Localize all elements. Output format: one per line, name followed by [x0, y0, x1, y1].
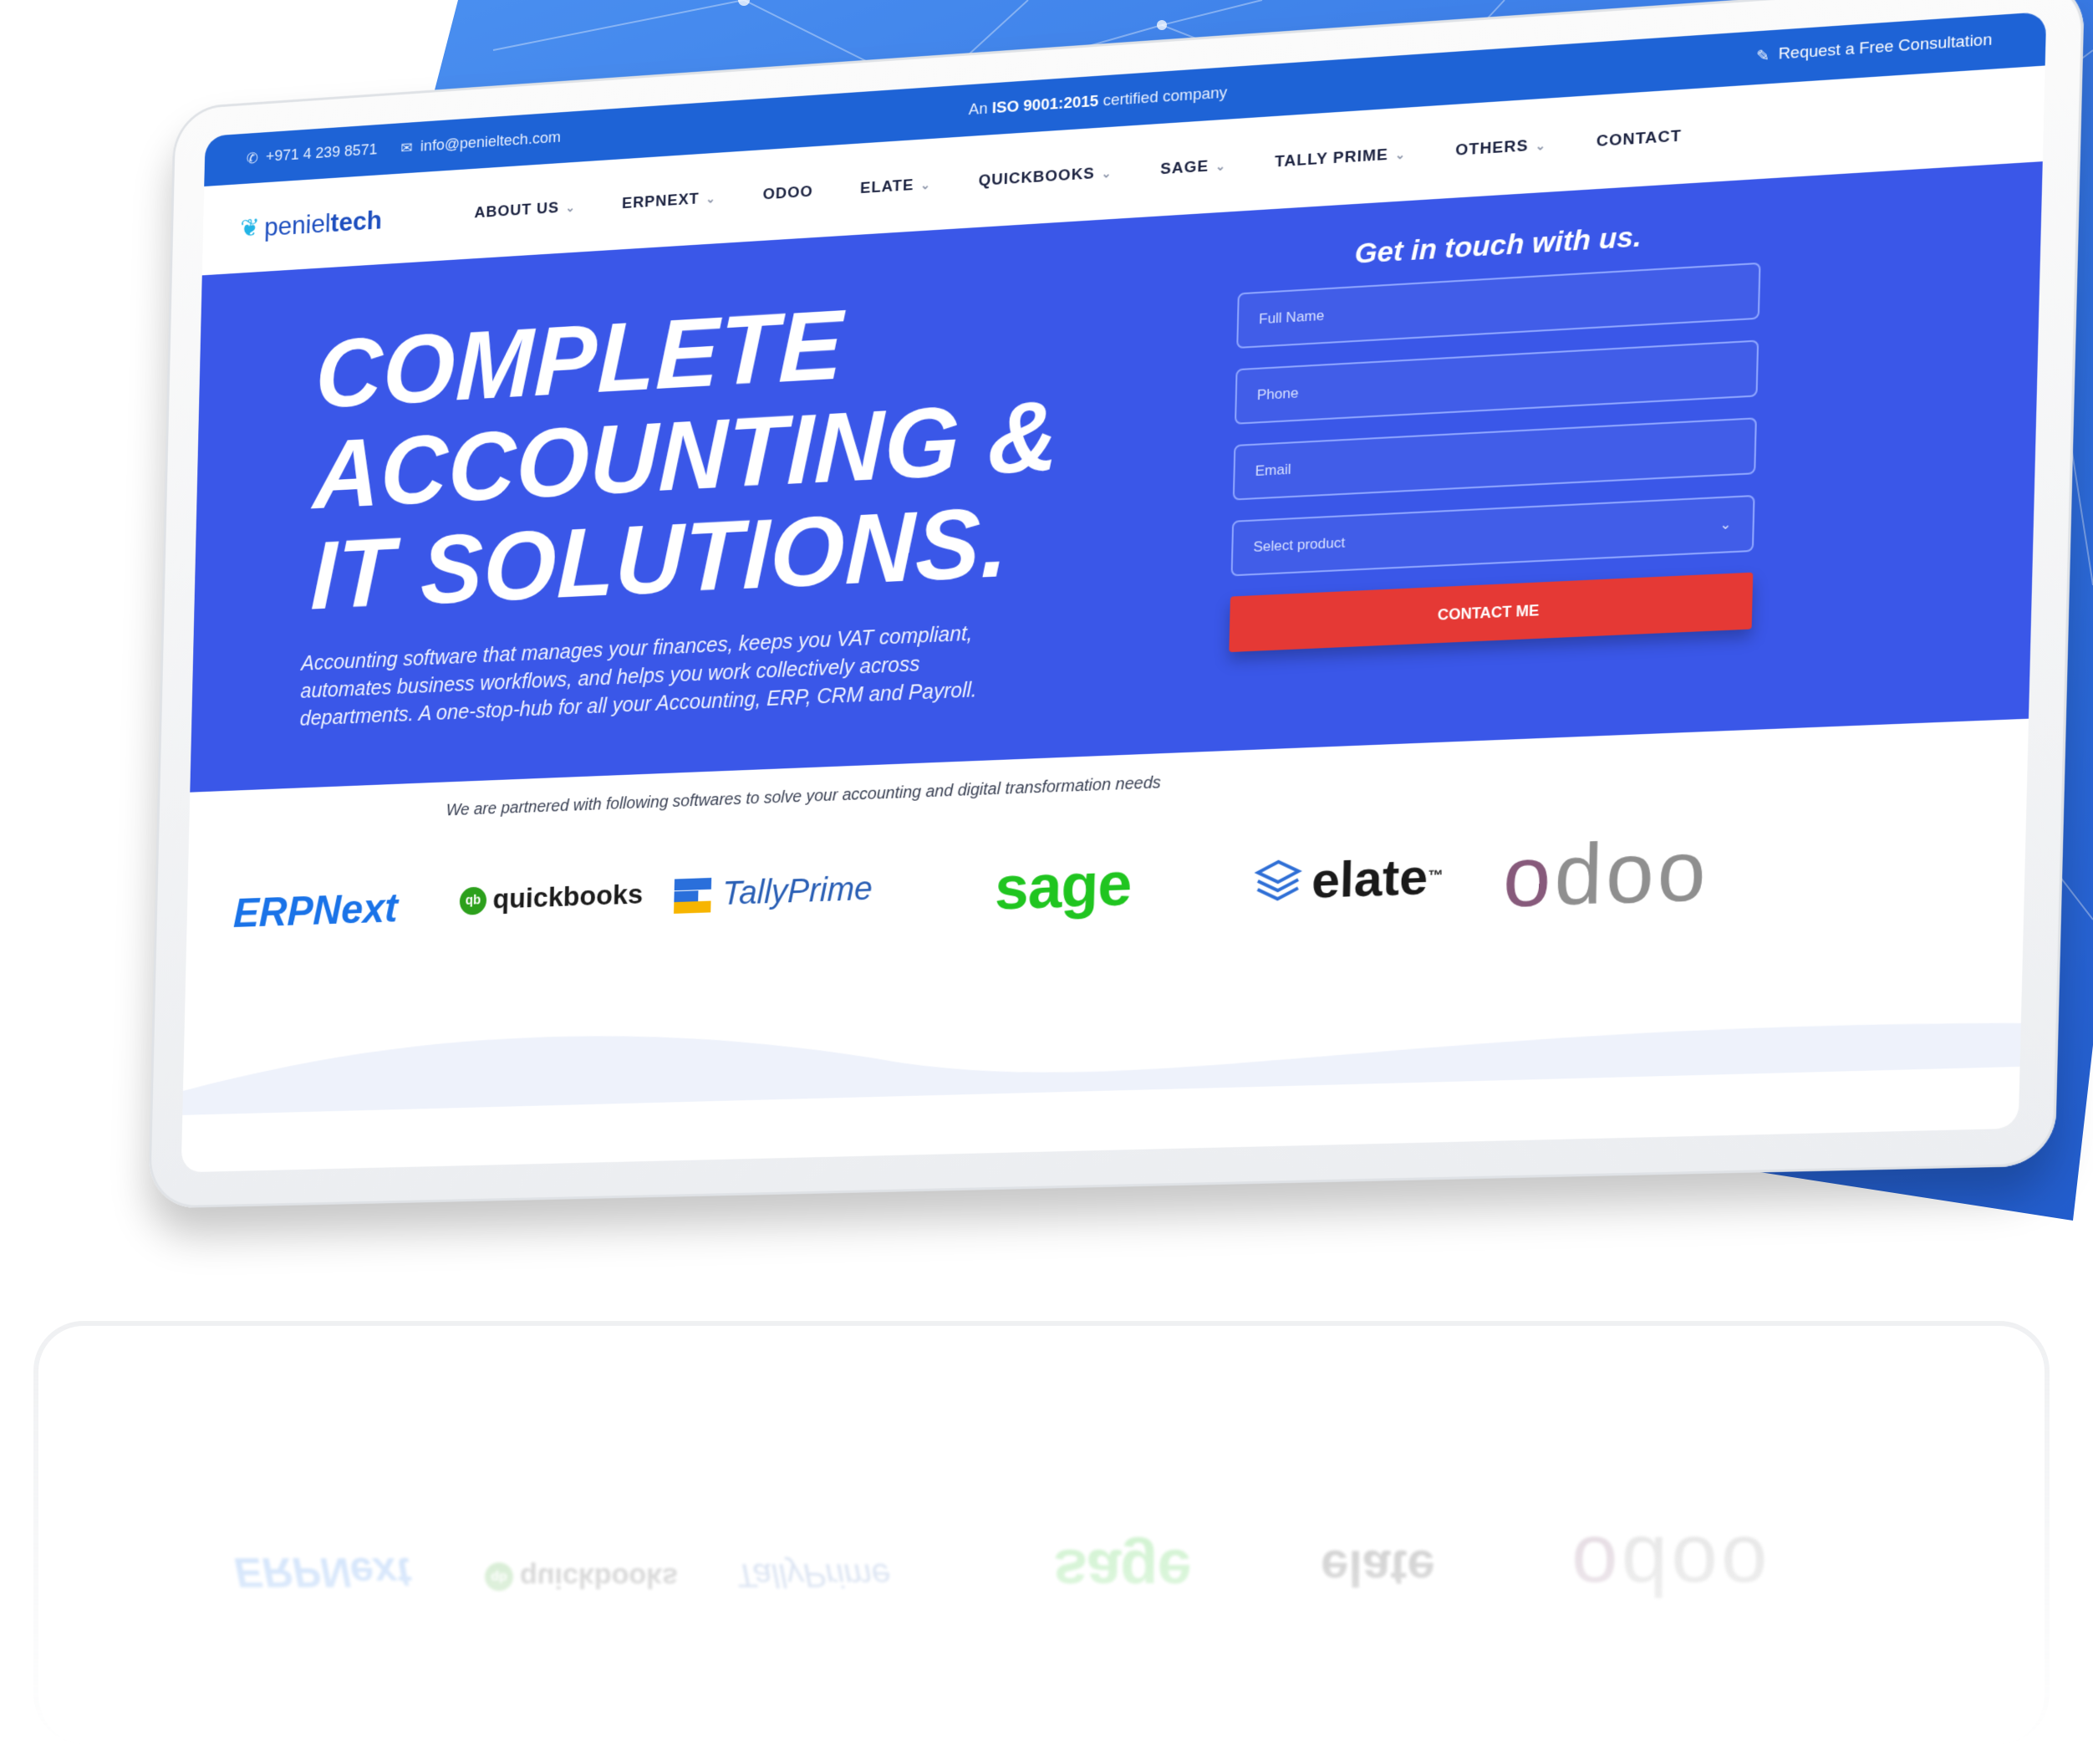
- chevron-down-icon: ⌄: [1394, 146, 1407, 161]
- nav-item-sage[interactable]: SAGE ⌄: [1160, 156, 1226, 179]
- odoo-logo: o doo: [1501, 822, 1711, 925]
- chevron-down-icon: ⌄: [565, 200, 576, 214]
- contact-me-button[interactable]: CONTACT ME: [1229, 572, 1754, 653]
- quickbooks-logo-reflection: qb quickbooks: [485, 1561, 678, 1593]
- pencil-icon: ✎: [1755, 46, 1770, 64]
- quickbooks-icon: qb: [485, 1563, 513, 1592]
- free-consultation-link[interactable]: ✎ Request a Free Consultation: [1756, 31, 1993, 66]
- sage-logo: sage: [994, 848, 1133, 923]
- nav-item-tally-prime[interactable]: TALLY PRIME ⌄: [1275, 145, 1406, 171]
- chevron-down-icon: ⌄: [1215, 158, 1227, 173]
- nav-item-quickbooks[interactable]: QUICKBOOKS ⌄: [978, 164, 1112, 191]
- phone-icon: ✆: [246, 149, 259, 166]
- erpnext-logo: ERPNext: [232, 885, 399, 936]
- elate-logo-reflection: elate: [1321, 1540, 1435, 1596]
- chevron-down-icon: ⌄: [1535, 138, 1547, 153]
- tallyprime-logo: TallyPrime: [674, 870, 873, 915]
- leaf-icon: ❦: [239, 213, 260, 242]
- partner-logos: ERPNext qb quickbooks TallyPrime sage el…: [232, 803, 1991, 972]
- reflection-logos: ERPNext qb quickbooks TallyPrime sage el…: [234, 1505, 1906, 1622]
- hero-headline: COMPLETE ACCOUNTING & IT SOLUTIONS.: [309, 290, 1061, 630]
- tablet-reflection: ERPNext qb quickbooks TallyPrime sage el…: [0, 1304, 2093, 1764]
- nav-item-elate[interactable]: ELATE ⌄: [860, 176, 931, 198]
- tally-icon: [674, 877, 712, 914]
- elate-logo: elate ™: [1252, 847, 1444, 912]
- free-consultation-label: Request a Free Consultation: [1778, 30, 1993, 64]
- full-name-field[interactable]: Full Name: [1236, 262, 1761, 349]
- tablet-frame: ✆ +971 4 239 8571 ✉ info@penieltech.com …: [148, 0, 2085, 1209]
- quickbooks-logo: qb quickbooks: [459, 879, 644, 917]
- website-screen: ✆ +971 4 239 8571 ✉ info@penieltech.com …: [181, 11, 2047, 1173]
- email-link[interactable]: ✉ info@penieltech.com: [400, 129, 561, 157]
- partners-tagline: We are partnered with following software…: [446, 773, 1162, 820]
- chevron-down-icon: ⌄: [919, 177, 931, 191]
- layers-icon: [1252, 855, 1304, 908]
- tablet-mockup: ✆ +971 4 239 8571 ✉ info@penieltech.com …: [0, 0, 2093, 1304]
- sage-logo-reflection: sage: [1053, 1537, 1191, 1606]
- iso-certification: An ISO 9001:2015 certified company: [968, 84, 1228, 120]
- tallyprime-logo-reflection: TallyPrime: [736, 1557, 891, 1593]
- nav-item-contact[interactable]: CONTACT: [1596, 127, 1683, 151]
- chevron-down-icon: ⌄: [1101, 166, 1113, 181]
- chevron-down-icon: ⌄: [705, 191, 716, 206]
- phone-link[interactable]: ✆ +971 4 239 8571: [247, 141, 378, 168]
- contact-form: Get in touch with us. Full Name Phone Em…: [1229, 213, 1762, 653]
- envelope-icon: ✉: [400, 139, 413, 156]
- decorative-wave: [182, 993, 2022, 1115]
- nav-item-about-us[interactable]: ABOUT US ⌄: [474, 198, 576, 222]
- quickbooks-icon: qb: [459, 886, 487, 915]
- odoo-logo-reflection: o doo: [1571, 1519, 1771, 1613]
- erpnext-logo-reflection: ERPNext: [234, 1549, 411, 1596]
- nav-item-others[interactable]: OTHERS ⌄: [1455, 136, 1546, 161]
- chevron-down-icon: ⌄: [1719, 517, 1732, 533]
- hero-description: Accounting software that manages your fi…: [299, 621, 978, 731]
- phone-field[interactable]: Phone: [1234, 339, 1759, 425]
- penieltech-logo[interactable]: ❦ peniel tech: [240, 201, 443, 243]
- email-field[interactable]: Email: [1232, 417, 1757, 501]
- phone-number: +971 4 239 8571: [265, 140, 378, 166]
- nav-item-erpnext[interactable]: ERPNEXT ⌄: [622, 189, 716, 213]
- email-address: info@penieltech.com: [420, 128, 562, 155]
- nav-item-odoo[interactable]: ODOO: [762, 183, 813, 205]
- product-select[interactable]: Select product ⌄: [1230, 494, 1755, 577]
